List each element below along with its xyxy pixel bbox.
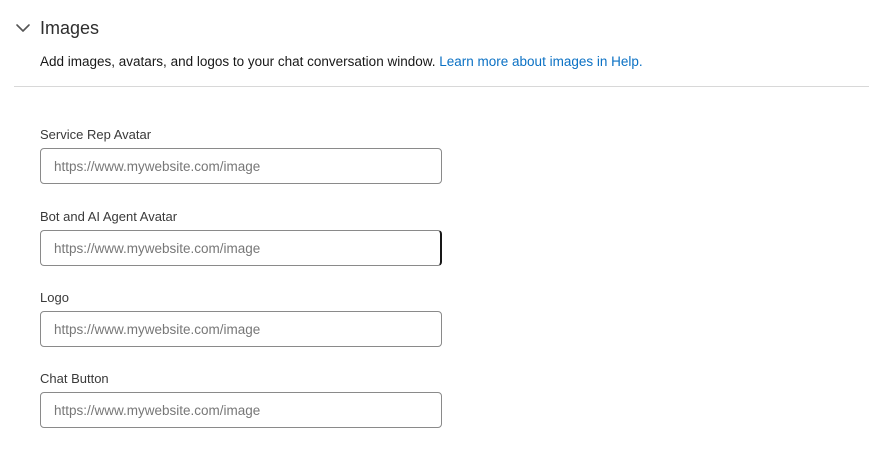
bot-ai-agent-avatar-label: Bot and AI Agent Avatar (40, 209, 178, 224)
service-rep-avatar-label: Service Rep Avatar (40, 127, 152, 142)
logo-label: Logo (40, 290, 69, 305)
help-link[interactable]: Learn more about images in Help. (439, 54, 642, 69)
logo-input[interactable] (40, 311, 442, 347)
images-section-toggle[interactable]: Images (14, 16, 99, 40)
chat-button-label: Chat Button (40, 371, 109, 386)
service-rep-avatar-field: Service Rep Avatar (40, 127, 442, 184)
chevron-down-icon[interactable] (14, 19, 32, 37)
divider (14, 86, 869, 87)
chat-button-input[interactable] (40, 392, 442, 428)
bot-ai-agent-avatar-field: Bot and AI Agent Avatar (40, 209, 442, 266)
service-rep-avatar-input[interactable] (40, 148, 442, 184)
bot-ai-agent-avatar-input[interactable] (40, 230, 442, 266)
section-description: Add images, avatars, and logos to your c… (40, 53, 643, 71)
description-text: Add images, avatars, and logos to your c… (40, 54, 436, 69)
section-title: Images (40, 18, 100, 38)
logo-field: Logo (40, 290, 442, 347)
chat-button-field: Chat Button (40, 371, 442, 428)
